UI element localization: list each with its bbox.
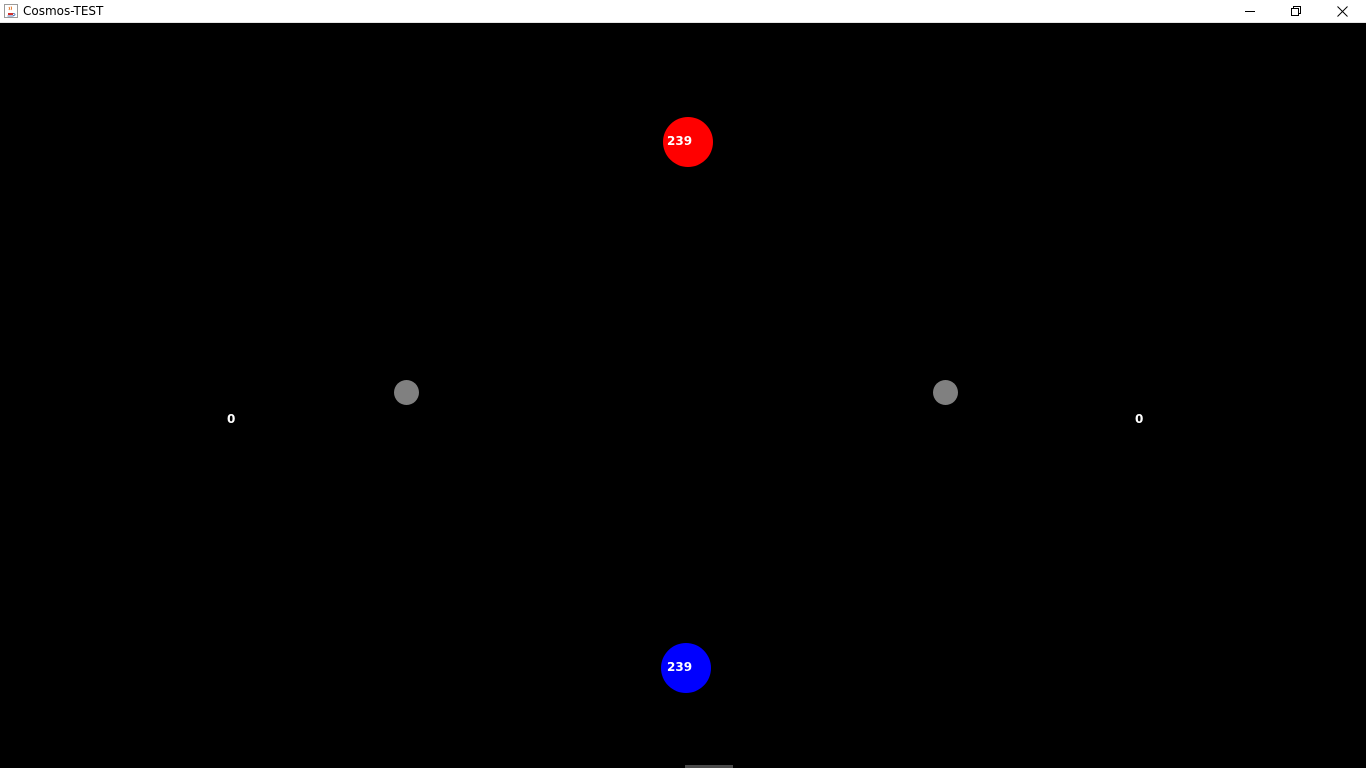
restore-button[interactable] (1273, 0, 1319, 22)
window-title: Cosmos-TEST (23, 4, 104, 18)
neutral-planet-left[interactable] (394, 380, 419, 405)
red-planet[interactable]: 239 (663, 117, 713, 167)
minimize-icon (1245, 11, 1255, 12)
close-icon (1336, 5, 1348, 17)
window-titlebar[interactable]: Cosmos-TEST (0, 0, 1366, 23)
game-canvas[interactable]: 239 0 0 239 (0, 23, 1366, 768)
java-cup-icon (4, 4, 18, 18)
close-button[interactable] (1319, 0, 1365, 22)
blue-planet[interactable]: 239 (661, 643, 711, 693)
neutral-planet-right[interactable] (933, 380, 958, 405)
red-planet-units: 239 (667, 134, 693, 148)
minimize-button[interactable] (1227, 0, 1273, 22)
blue-planet-units: 239 (667, 660, 693, 674)
restore-icon (1291, 6, 1301, 16)
left-score: 0 (227, 412, 236, 426)
right-score: 0 (1135, 412, 1144, 426)
